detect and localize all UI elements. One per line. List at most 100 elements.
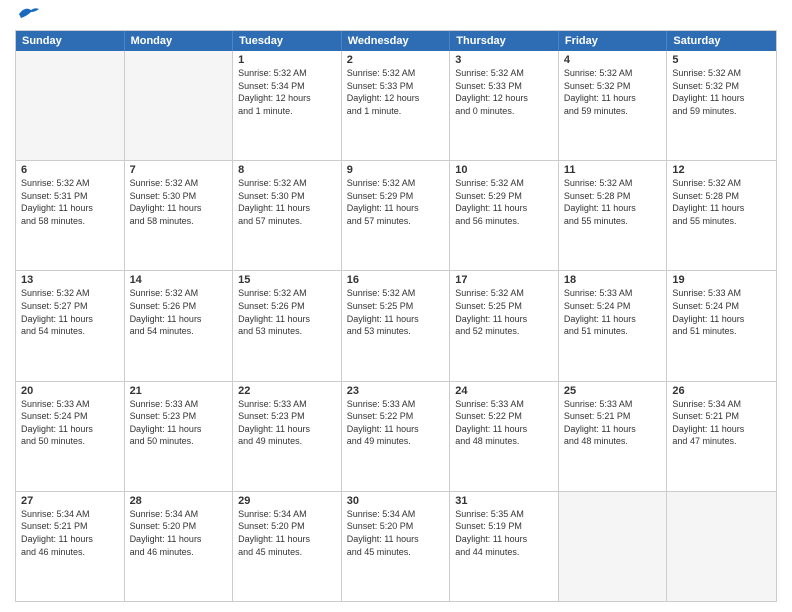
weekday-header-wednesday: Wednesday — [342, 31, 451, 51]
calendar-cell — [667, 492, 776, 601]
calendar-row-2: 6Sunrise: 5:32 AM Sunset: 5:31 PM Daylig… — [16, 160, 776, 270]
page: SundayMondayTuesdayWednesdayThursdayFrid… — [0, 0, 792, 612]
day-number: 9 — [347, 164, 445, 176]
day-number: 2 — [347, 54, 445, 66]
calendar-cell: 12Sunrise: 5:32 AM Sunset: 5:28 PM Dayli… — [667, 161, 776, 270]
day-info: Sunrise: 5:33 AM Sunset: 5:23 PM Dayligh… — [238, 398, 336, 448]
day-info: Sunrise: 5:33 AM Sunset: 5:22 PM Dayligh… — [455, 398, 553, 448]
day-info: Sunrise: 5:34 AM Sunset: 5:21 PM Dayligh… — [672, 398, 771, 448]
calendar-cell: 3Sunrise: 5:32 AM Sunset: 5:33 PM Daylig… — [450, 51, 559, 160]
calendar-row-1: 1Sunrise: 5:32 AM Sunset: 5:34 PM Daylig… — [16, 51, 776, 160]
day-info: Sunrise: 5:32 AM Sunset: 5:26 PM Dayligh… — [130, 287, 228, 337]
day-info: Sunrise: 5:33 AM Sunset: 5:24 PM Dayligh… — [21, 398, 119, 448]
day-number: 13 — [21, 274, 119, 286]
calendar-cell: 7Sunrise: 5:32 AM Sunset: 5:30 PM Daylig… — [125, 161, 234, 270]
calendar-cell: 26Sunrise: 5:34 AM Sunset: 5:21 PM Dayli… — [667, 382, 776, 491]
calendar-cell — [125, 51, 234, 160]
calendar-row-5: 27Sunrise: 5:34 AM Sunset: 5:21 PM Dayli… — [16, 491, 776, 601]
day-info: Sunrise: 5:32 AM Sunset: 5:29 PM Dayligh… — [455, 177, 553, 227]
day-number: 20 — [21, 385, 119, 397]
day-info: Sunrise: 5:33 AM Sunset: 5:21 PM Dayligh… — [564, 398, 662, 448]
calendar-cell: 27Sunrise: 5:34 AM Sunset: 5:21 PM Dayli… — [16, 492, 125, 601]
day-number: 27 — [21, 495, 119, 507]
calendar-cell: 2Sunrise: 5:32 AM Sunset: 5:33 PM Daylig… — [342, 51, 451, 160]
calendar-cell: 29Sunrise: 5:34 AM Sunset: 5:20 PM Dayli… — [233, 492, 342, 601]
day-info: Sunrise: 5:33 AM Sunset: 5:22 PM Dayligh… — [347, 398, 445, 448]
day-info: Sunrise: 5:33 AM Sunset: 5:23 PM Dayligh… — [130, 398, 228, 448]
day-number: 28 — [130, 495, 228, 507]
weekday-header-saturday: Saturday — [667, 31, 776, 51]
day-info: Sunrise: 5:32 AM Sunset: 5:33 PM Dayligh… — [455, 67, 553, 117]
day-number: 30 — [347, 495, 445, 507]
day-number: 8 — [238, 164, 336, 176]
calendar-cell: 28Sunrise: 5:34 AM Sunset: 5:20 PM Dayli… — [125, 492, 234, 601]
calendar-cell: 31Sunrise: 5:35 AM Sunset: 5:19 PM Dayli… — [450, 492, 559, 601]
calendar-cell: 1Sunrise: 5:32 AM Sunset: 5:34 PM Daylig… — [233, 51, 342, 160]
day-info: Sunrise: 5:33 AM Sunset: 5:24 PM Dayligh… — [564, 287, 662, 337]
day-info: Sunrise: 5:32 AM Sunset: 5:34 PM Dayligh… — [238, 67, 336, 117]
day-number: 23 — [347, 385, 445, 397]
day-info: Sunrise: 5:32 AM Sunset: 5:32 PM Dayligh… — [564, 67, 662, 117]
logo-bird-icon — [17, 6, 39, 22]
calendar-row-4: 20Sunrise: 5:33 AM Sunset: 5:24 PM Dayli… — [16, 381, 776, 491]
day-info: Sunrise: 5:34 AM Sunset: 5:21 PM Dayligh… — [21, 508, 119, 558]
calendar-cell — [559, 492, 668, 601]
day-info: Sunrise: 5:34 AM Sunset: 5:20 PM Dayligh… — [238, 508, 336, 558]
calendar-cell: 25Sunrise: 5:33 AM Sunset: 5:21 PM Dayli… — [559, 382, 668, 491]
calendar-cell: 14Sunrise: 5:32 AM Sunset: 5:26 PM Dayli… — [125, 271, 234, 380]
calendar-cell: 11Sunrise: 5:32 AM Sunset: 5:28 PM Dayli… — [559, 161, 668, 270]
weekday-header-thursday: Thursday — [450, 31, 559, 51]
day-info: Sunrise: 5:33 AM Sunset: 5:24 PM Dayligh… — [672, 287, 771, 337]
day-info: Sunrise: 5:32 AM Sunset: 5:27 PM Dayligh… — [21, 287, 119, 337]
calendar-cell: 10Sunrise: 5:32 AM Sunset: 5:29 PM Dayli… — [450, 161, 559, 270]
day-number: 1 — [238, 54, 336, 66]
day-info: Sunrise: 5:35 AM Sunset: 5:19 PM Dayligh… — [455, 508, 553, 558]
day-number: 25 — [564, 385, 662, 397]
header — [15, 10, 777, 22]
day-info: Sunrise: 5:32 AM Sunset: 5:31 PM Dayligh… — [21, 177, 119, 227]
day-number: 10 — [455, 164, 553, 176]
day-number: 29 — [238, 495, 336, 507]
day-number: 26 — [672, 385, 771, 397]
day-info: Sunrise: 5:32 AM Sunset: 5:32 PM Dayligh… — [672, 67, 771, 117]
calendar-cell: 24Sunrise: 5:33 AM Sunset: 5:22 PM Dayli… — [450, 382, 559, 491]
calendar-header: SundayMondayTuesdayWednesdayThursdayFrid… — [16, 31, 776, 51]
calendar-cell: 23Sunrise: 5:33 AM Sunset: 5:22 PM Dayli… — [342, 382, 451, 491]
day-number: 6 — [21, 164, 119, 176]
weekday-header-monday: Monday — [125, 31, 234, 51]
day-info: Sunrise: 5:32 AM Sunset: 5:28 PM Dayligh… — [564, 177, 662, 227]
day-number: 22 — [238, 385, 336, 397]
logo — [15, 10, 39, 22]
calendar-cell: 5Sunrise: 5:32 AM Sunset: 5:32 PM Daylig… — [667, 51, 776, 160]
calendar: SundayMondayTuesdayWednesdayThursdayFrid… — [15, 30, 777, 602]
calendar-body: 1Sunrise: 5:32 AM Sunset: 5:34 PM Daylig… — [16, 51, 776, 601]
calendar-cell: 18Sunrise: 5:33 AM Sunset: 5:24 PM Dayli… — [559, 271, 668, 380]
day-number: 5 — [672, 54, 771, 66]
calendar-cell: 20Sunrise: 5:33 AM Sunset: 5:24 PM Dayli… — [16, 382, 125, 491]
calendar-cell: 6Sunrise: 5:32 AM Sunset: 5:31 PM Daylig… — [16, 161, 125, 270]
calendar-cell: 13Sunrise: 5:32 AM Sunset: 5:27 PM Dayli… — [16, 271, 125, 380]
weekday-header-friday: Friday — [559, 31, 668, 51]
day-number: 3 — [455, 54, 553, 66]
day-number: 11 — [564, 164, 662, 176]
day-info: Sunrise: 5:32 AM Sunset: 5:30 PM Dayligh… — [238, 177, 336, 227]
calendar-cell: 4Sunrise: 5:32 AM Sunset: 5:32 PM Daylig… — [559, 51, 668, 160]
day-info: Sunrise: 5:34 AM Sunset: 5:20 PM Dayligh… — [347, 508, 445, 558]
calendar-cell: 30Sunrise: 5:34 AM Sunset: 5:20 PM Dayli… — [342, 492, 451, 601]
calendar-cell: 21Sunrise: 5:33 AM Sunset: 5:23 PM Dayli… — [125, 382, 234, 491]
day-number: 31 — [455, 495, 553, 507]
day-number: 19 — [672, 274, 771, 286]
weekday-header-tuesday: Tuesday — [233, 31, 342, 51]
day-number: 24 — [455, 385, 553, 397]
day-number: 18 — [564, 274, 662, 286]
calendar-cell: 22Sunrise: 5:33 AM Sunset: 5:23 PM Dayli… — [233, 382, 342, 491]
day-number: 15 — [238, 274, 336, 286]
day-info: Sunrise: 5:32 AM Sunset: 5:25 PM Dayligh… — [347, 287, 445, 337]
day-info: Sunrise: 5:32 AM Sunset: 5:26 PM Dayligh… — [238, 287, 336, 337]
day-number: 12 — [672, 164, 771, 176]
day-number: 7 — [130, 164, 228, 176]
day-number: 21 — [130, 385, 228, 397]
day-number: 16 — [347, 274, 445, 286]
day-number: 17 — [455, 274, 553, 286]
weekday-header-sunday: Sunday — [16, 31, 125, 51]
